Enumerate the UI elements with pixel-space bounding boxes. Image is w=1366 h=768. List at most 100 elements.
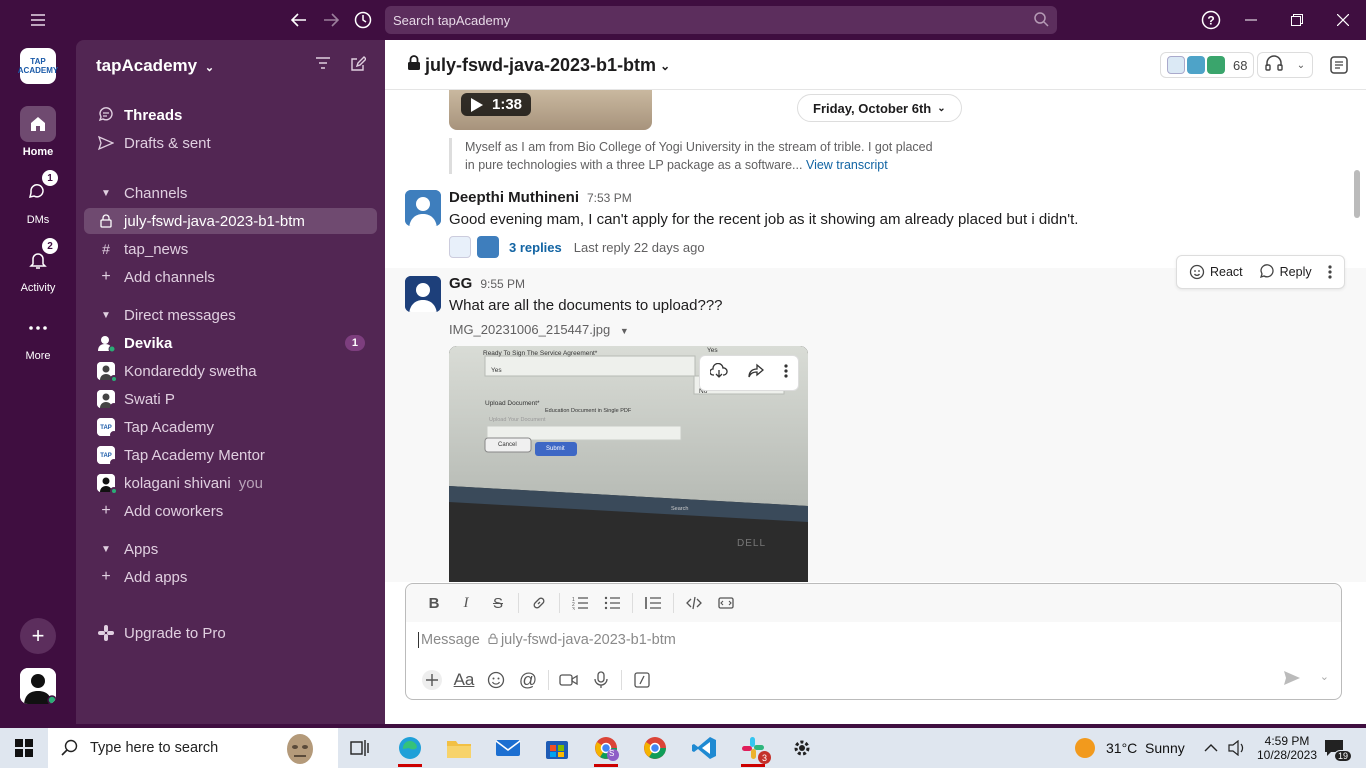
user-avatar[interactable] xyxy=(20,668,56,704)
channels-section-header[interactable]: ▼ Channels xyxy=(84,180,377,206)
play-button[interactable]: 1:38 xyxy=(461,93,532,116)
close-icon[interactable] xyxy=(1332,8,1354,32)
more-actions-icon[interactable] xyxy=(1322,260,1338,284)
taskbar-search[interactable]: Type here to search xyxy=(48,728,338,768)
upgrade-to-pro-button[interactable]: Upgrade to Pro xyxy=(84,620,377,646)
message-timestamp[interactable]: 9:55 PM xyxy=(480,277,525,291)
forward-arrow-icon[interactable] xyxy=(320,8,342,32)
shortcuts-slash-icon[interactable] xyxy=(626,666,658,694)
dms-section-header[interactable]: ▼ Direct messages xyxy=(84,302,377,328)
rail-activity[interactable]: 2 Activity xyxy=(0,238,76,294)
file-name-toggle[interactable]: IMG_20231006_215447.jpg ▼ xyxy=(449,322,629,337)
numbered-list-icon[interactable]: 123 xyxy=(564,589,596,617)
chevron-up-icon[interactable] xyxy=(1204,728,1218,768)
compose-icon[interactable] xyxy=(350,56,367,77)
more-dots-icon xyxy=(20,310,56,346)
sidebar-item-dm-swati[interactable]: Swati P xyxy=(84,386,377,412)
chrome-icon[interactable] xyxy=(641,734,669,762)
sidebar-item-dm-kondareddy[interactable]: Kondareddy swetha xyxy=(84,358,377,384)
date-divider-button[interactable]: Friday, October 6th ⌄ xyxy=(797,94,962,122)
chrome-profile-icon[interactable]: S xyxy=(592,734,620,767)
file-explorer-icon[interactable] xyxy=(445,734,473,762)
emoji-icon[interactable] xyxy=(480,666,512,694)
more-options-icon[interactable] xyxy=(784,363,788,384)
attach-plus-icon[interactable] xyxy=(416,666,448,694)
sidebar-item-threads[interactable]: Threads xyxy=(84,102,377,128)
thread-replies[interactable]: 3 replies Last reply 22 days ago xyxy=(449,236,705,258)
italic-icon[interactable]: I xyxy=(450,589,482,617)
hamburger-menu-icon[interactable] xyxy=(28,8,48,32)
clock[interactable]: 4:59 PM 10/28/2023 xyxy=(1256,728,1318,768)
add-workspace-plus-icon[interactable]: + xyxy=(20,618,56,654)
vscode-icon[interactable] xyxy=(690,734,718,762)
avatar[interactable] xyxy=(405,190,441,226)
link-icon[interactable] xyxy=(523,589,555,617)
sidebar-item-channel-july[interactable]: july-fswd-java-2023-b1-btm xyxy=(84,208,377,234)
search-bar[interactable]: Search tapAcademy xyxy=(385,6,1057,34)
sidebar-item-dm-tap-academy-mentor[interactable]: TAP Tap Academy Mentor xyxy=(84,442,377,468)
share-icon[interactable] xyxy=(747,363,765,384)
message-author[interactable]: GG 9:55 PM xyxy=(449,275,525,292)
workspace-name-menu[interactable]: tapAcademy ⌄ xyxy=(96,56,214,76)
strikethrough-icon[interactable]: S xyxy=(482,589,514,617)
back-arrow-icon[interactable] xyxy=(288,8,310,32)
notification-center-icon[interactable]: 19 xyxy=(1324,728,1353,768)
reply-button[interactable]: Reply xyxy=(1253,260,1318,284)
weather-widget[interactable]: 31°C Sunny xyxy=(1074,728,1185,768)
add-coworkers-button[interactable]: + Add coworkers xyxy=(84,498,377,524)
avatar[interactable] xyxy=(405,276,441,312)
microphone-icon[interactable] xyxy=(585,666,617,694)
dms-icon: 1 xyxy=(20,170,58,210)
windows-start-icon[interactable] xyxy=(10,734,38,762)
sidebar-item-channel-tap-news[interactable]: # tap_news xyxy=(84,236,377,262)
message-timestamp[interactable]: 7:53 PM xyxy=(587,191,632,205)
composer-actions: Aa @ xyxy=(416,666,658,694)
rail-dms-label: DMs xyxy=(26,214,50,226)
sidebar-item-dm-devika[interactable]: Devika 1 xyxy=(84,330,377,356)
task-view-icon[interactable] xyxy=(346,734,374,762)
mail-icon[interactable] xyxy=(494,734,522,762)
rail-home[interactable]: Home xyxy=(0,106,76,158)
bold-icon[interactable]: B xyxy=(418,589,450,617)
video-attachment[interactable]: 1:38 xyxy=(449,90,652,130)
help-icon[interactable]: ? xyxy=(1200,8,1222,32)
canvas-icon[interactable] xyxy=(1325,52,1353,78)
sidebar-item-drafts[interactable]: Drafts & sent xyxy=(84,130,377,156)
blockquote-icon[interactable] xyxy=(637,589,669,617)
mention-icon[interactable]: @ xyxy=(512,666,544,694)
code-block-icon[interactable] xyxy=(710,589,742,617)
clock-date: 10/28/2023 xyxy=(1256,748,1318,762)
view-transcript-link[interactable]: View transcript xyxy=(806,158,888,172)
react-button[interactable]: React xyxy=(1183,260,1249,284)
apps-section-header[interactable]: ▼ Apps xyxy=(84,536,377,562)
microsoft-store-icon[interactable] xyxy=(543,734,571,762)
settings-gear-icon[interactable] xyxy=(788,734,816,762)
message-author[interactable]: Deepthi Muthineni 7:53 PM xyxy=(449,189,632,206)
formatting-toggle-icon[interactable]: Aa xyxy=(448,666,480,694)
restore-icon[interactable] xyxy=(1286,8,1308,32)
sidebar-item-dm-tap-academy[interactable]: TAP Tap Academy xyxy=(84,414,377,440)
code-icon[interactable] xyxy=(678,589,710,617)
sidebar-item-dm-kolagani[interactable]: kolagani shivani you xyxy=(84,470,377,496)
edge-browser-icon[interactable] xyxy=(396,734,424,767)
filter-icon[interactable] xyxy=(316,56,330,74)
add-apps-button[interactable]: + Add apps xyxy=(84,564,377,590)
members-button[interactable]: 68 xyxy=(1160,52,1255,78)
minimize-icon[interactable] xyxy=(1240,8,1262,32)
chevron-down-icon[interactable]: ⌄ xyxy=(1320,670,1329,683)
speaker-icon[interactable] xyxy=(1228,728,1246,768)
history-clock-icon[interactable] xyxy=(352,8,374,32)
huddle-button[interactable]: ⌄ xyxy=(1257,52,1313,78)
add-channels-button[interactable]: + Add channels xyxy=(84,264,377,290)
download-icon[interactable] xyxy=(709,362,728,384)
bullet-list-icon[interactable] xyxy=(596,589,628,617)
message-input[interactable]: Message july-fswd-java-2023-b1-btm xyxy=(418,632,676,648)
workspace-logo[interactable]: TAP ACADEMY xyxy=(18,48,58,84)
scrollbar[interactable] xyxy=(1354,170,1360,218)
send-icon[interactable] xyxy=(1283,670,1301,691)
video-clip-icon[interactable] xyxy=(553,666,585,694)
rail-dms[interactable]: 1 DMs xyxy=(0,170,76,226)
slack-taskbar-icon[interactable]: 3 xyxy=(739,734,771,767)
rail-more[interactable]: More xyxy=(0,310,76,362)
channel-title-button[interactable]: july-fswd-java-2023-b1-btm ⌄ xyxy=(407,55,670,76)
